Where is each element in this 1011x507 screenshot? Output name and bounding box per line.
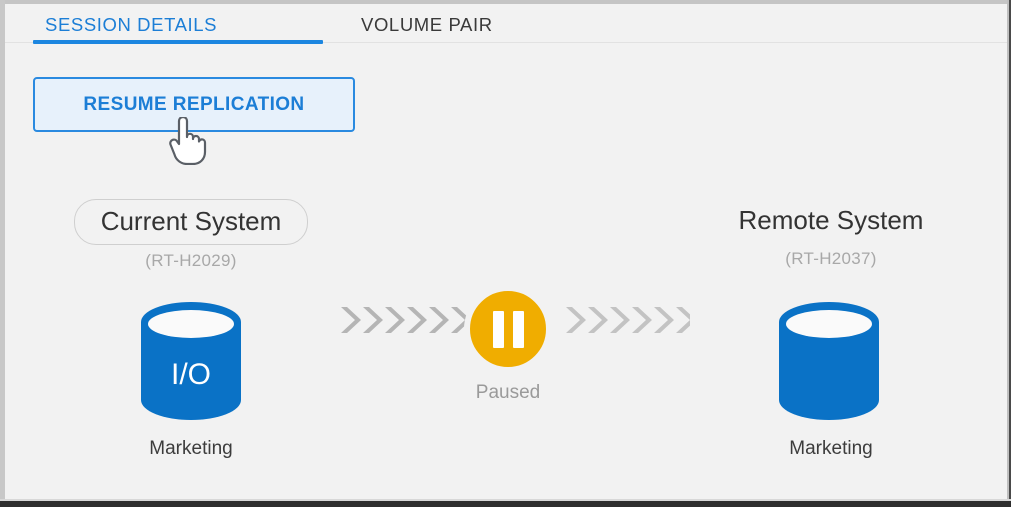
- target-system-header: Remote System (RT-H2037): [673, 199, 989, 269]
- flow-arrows-left: [339, 307, 471, 338]
- target-system-title-wrap: Remote System: [713, 199, 950, 243]
- source-system-header: Current System (RT-H2029): [33, 199, 349, 271]
- source-volume-cylinder[interactable]: I/O: [138, 300, 244, 427]
- tab-active-indicator: [33, 40, 323, 44]
- source-system-pill[interactable]: Current System: [73, 199, 309, 245]
- window-border-bottom: [0, 501, 1011, 507]
- target-system-title: Remote System: [738, 205, 924, 235]
- tab-bar: SESSION DETAILS VOLUME PAIR: [5, 4, 1007, 45]
- source-volume-label: Marketing: [149, 438, 233, 459]
- target-system-id: (RT-H2037): [785, 249, 877, 268]
- target-volume-cylinder[interactable]: [776, 300, 882, 427]
- source-system-title: Current System: [100, 206, 282, 236]
- tab-volume-pair[interactable]: VOLUME PAIR: [361, 14, 493, 36]
- app-window: SESSION DETAILS VOLUME PAIR RESUME REPLI…: [0, 0, 1011, 507]
- source-volume-io-badge: I/O: [171, 358, 211, 391]
- tab-session-details[interactable]: SESSION DETAILS: [45, 14, 217, 36]
- pause-icon-bar-left: [492, 310, 504, 348]
- session-panel: SESSION DETAILS VOLUME PAIR RESUME REPLI…: [5, 4, 1007, 499]
- resume-replication-button[interactable]: RESUME REPLICATION: [33, 77, 355, 132]
- flow-arrows-right: [562, 307, 696, 338]
- source-system-id: (RT-H2029): [145, 251, 237, 270]
- pause-icon-bar-right: [512, 310, 524, 348]
- replication-status-label: Paused: [475, 382, 541, 403]
- target-volume-label: Marketing: [789, 438, 873, 459]
- resume-replication-label: RESUME REPLICATION: [83, 93, 305, 115]
- replication-status-button[interactable]: [464, 285, 552, 373]
